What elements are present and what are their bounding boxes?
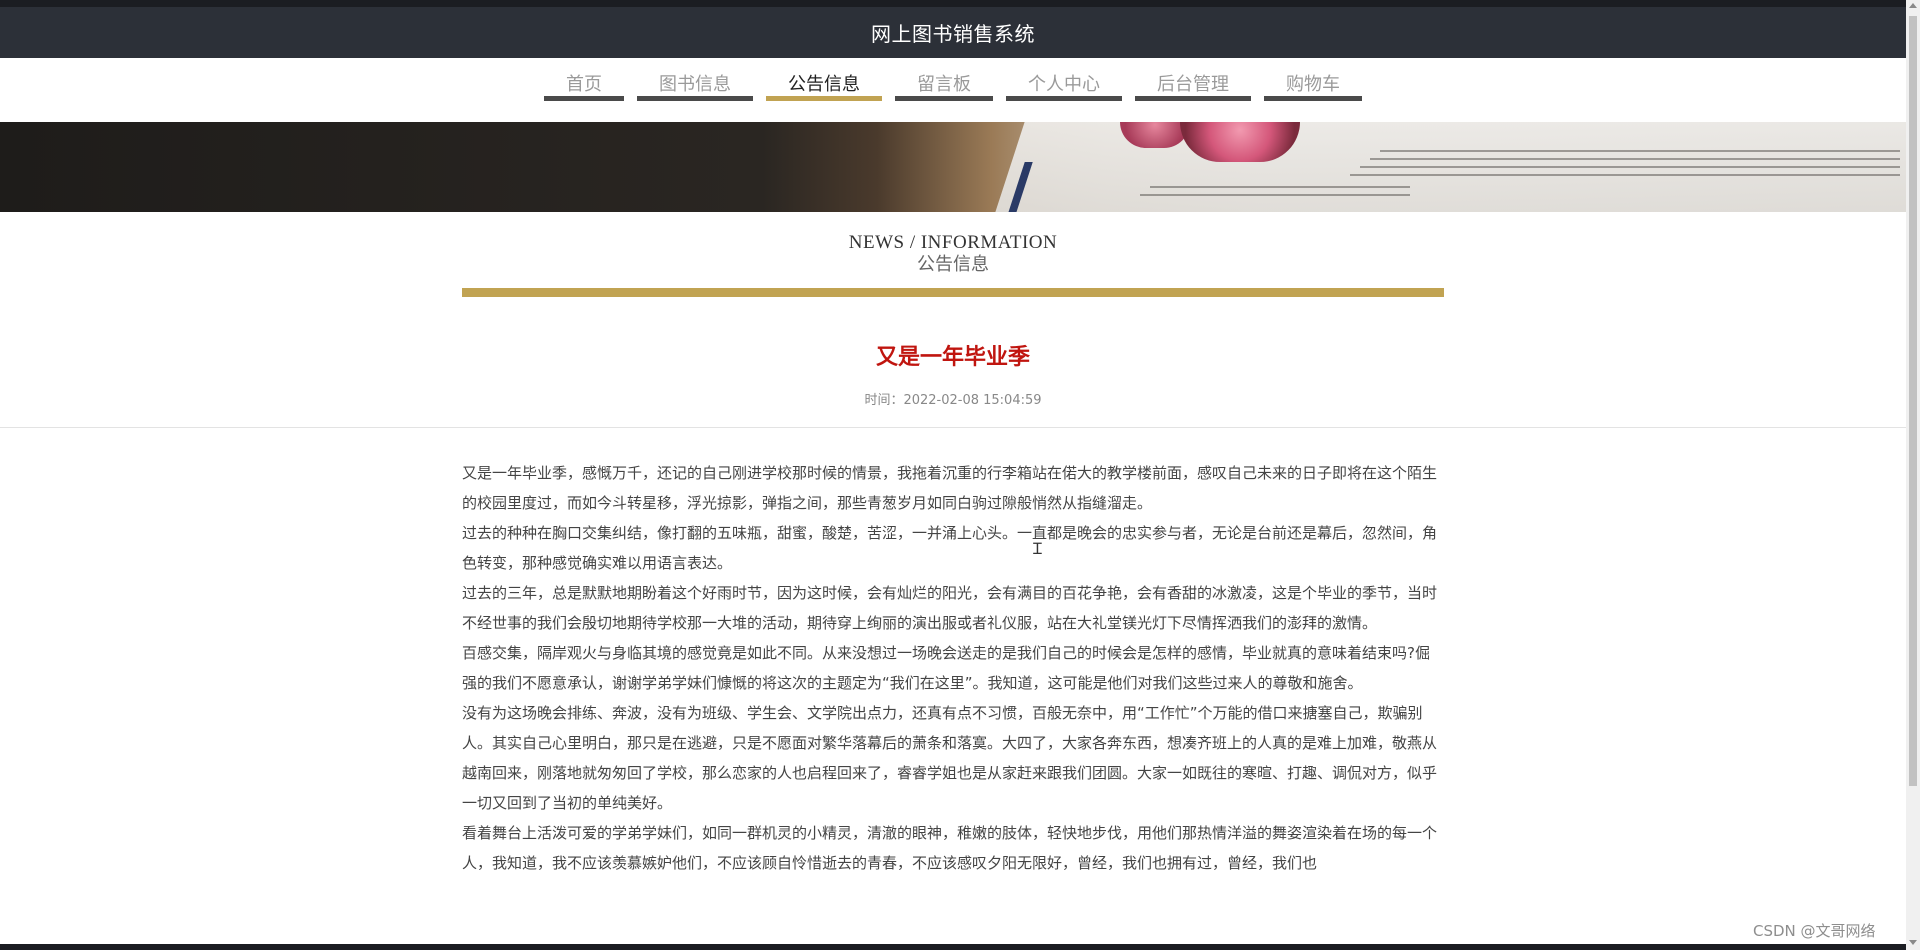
banner-music-staff: [1150, 186, 1410, 188]
window-bottom-edge: [0, 944, 1906, 950]
banner-music-staff: [1370, 158, 1900, 160]
hero-banner: [0, 122, 1906, 212]
article-header-divider: [0, 427, 1906, 428]
article-title: 又是一年毕业季: [875, 345, 1030, 370]
article-paragraph: 百感交集，隔岸观火与身临其境的感觉竟是如此不同。从来没想过一场晚会送走的是我们自…: [462, 644, 1430, 692]
article-paragraph: 又是一年毕业季，感慨万千，还记的自己刚进学校那时候的情景，我拖着沉重的行李箱站在…: [462, 464, 1438, 512]
banner-music-staff: [1360, 166, 1900, 168]
page-scrollbar[interactable]: [1906, 0, 1920, 950]
site-header: 网上图书销售系统: [0, 7, 1906, 58]
scrollbar-thumb[interactable]: [1909, 16, 1917, 786]
nav-item-user-center[interactable]: 个人中心: [1006, 75, 1122, 101]
banner-music-staff: [1350, 174, 1900, 176]
article-body: 又是一年毕业季，感慨万千，还记的自己刚进学校那时候的情景，我拖着沉重的行李箱站在…: [462, 458, 1444, 878]
article-paragraph: 过去的种种在胸口交集纠结，像打翻的五味瓶，甜蜜，酸楚，苦涩，一并涌上心头。一直都…: [462, 524, 1438, 572]
banner-music-staff: [1140, 194, 1410, 196]
nav-item-cart[interactable]: 购物车: [1264, 75, 1362, 101]
nav-item-home[interactable]: 首页: [544, 75, 624, 101]
article-paragraph: 没有为这场晚会排练、奔波，没有为班级、学生会、文学院出点力，还真有点不习惯，百般…: [462, 704, 1438, 812]
article-paragraph: 看着舞台上活泼可爱的学弟学妹们，如同一群机灵的小精灵，清澈的眼神，稚嫩的肢体，轻…: [462, 824, 1438, 872]
watermark: CSDN @文哥网络: [1753, 922, 1876, 940]
text-cursor-icon: Ɪ: [1033, 539, 1042, 558]
window-top-edge: [0, 0, 1920, 7]
section-divider: [462, 288, 1444, 297]
section-title-en: NEWS / INFORMATION: [848, 232, 1058, 253]
nav-item-announcements[interactable]: 公告信息: [766, 75, 882, 101]
article-time: 时间：2022-02-08 15:04:59: [864, 393, 1042, 408]
nav-item-admin[interactable]: 后台管理: [1135, 75, 1251, 101]
section-title-cn: 公告信息: [917, 254, 989, 275]
main-nav: 首页 图书信息 公告信息 留言板 个人中心 后台管理 购物车: [0, 58, 1906, 122]
section-heading: NEWS / INFORMATION 公告信息: [0, 232, 1906, 276]
scroll-up-icon[interactable]: [1909, 3, 1917, 8]
nav-item-message-board[interactable]: 留言板: [895, 75, 993, 101]
nav-item-books[interactable]: 图书信息: [637, 75, 753, 101]
banner-music-staff: [1380, 150, 1900, 152]
scroll-down-icon[interactable]: [1909, 940, 1917, 945]
site-title: 网上图书销售系统: [871, 22, 1035, 46]
article-paragraph: 过去的三年，总是默默地期盼着这个好雨时节，因为这时候，会有灿烂的阳光，会有满目的…: [462, 584, 1438, 632]
